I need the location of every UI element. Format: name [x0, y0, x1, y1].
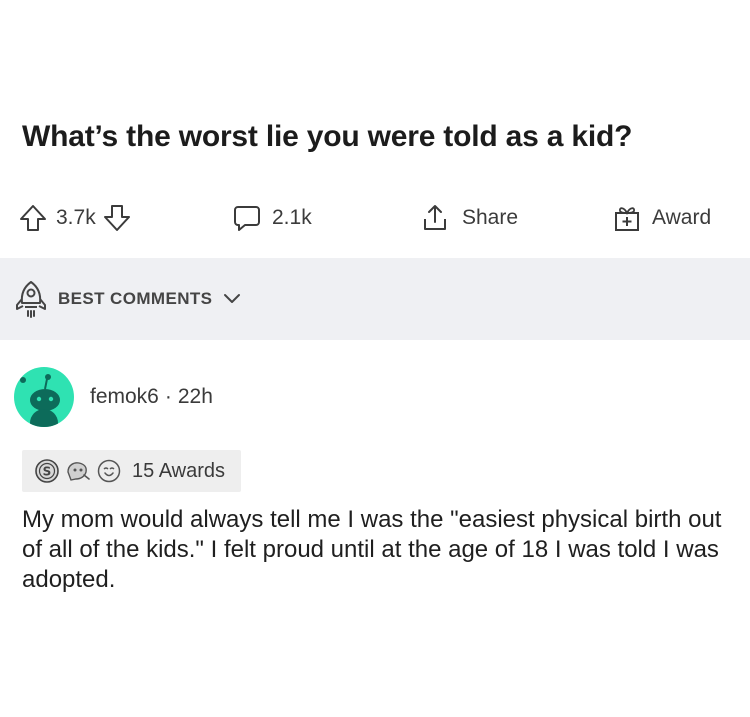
award-label: Award: [652, 206, 712, 229]
wholesome-award-icon: [96, 458, 122, 484]
post-action-bar: 3.7k 2.1k Share Award: [0, 196, 750, 240]
upvote-arrow-icon[interactable]: [18, 203, 48, 233]
share-label: Share: [462, 206, 519, 229]
silver-coin-icon: S: [34, 458, 60, 484]
username[interactable]: femok6: [90, 385, 159, 408]
comment-header: femok6 · 22h: [14, 364, 213, 430]
downvote-arrow-icon[interactable]: [102, 203, 132, 233]
awards-count-label: 15 Awards: [132, 459, 226, 482]
meta-separator: ·: [164, 385, 172, 408]
snoo-avatar-icon: [20, 374, 60, 427]
comment-body: My mom would always tell me I was the "e…: [22, 506, 722, 593]
gift-box-icon: [612, 203, 642, 233]
vote-group: 3.7k: [18, 196, 132, 240]
comment-sort-bar[interactable]: BEST COMMENTS: [0, 258, 750, 340]
chevron-down-icon: [222, 292, 242, 306]
svg-text:S: S: [43, 465, 52, 479]
post-title: What’s the worst lie you were told as a …: [22, 120, 633, 153]
comments-button[interactable]: 2.1k: [232, 196, 312, 240]
comment-age: 22h: [177, 385, 213, 408]
sort-label: BEST COMMENTS: [58, 289, 213, 308]
award-button[interactable]: Award: [612, 196, 711, 240]
share-button[interactable]: Share: [420, 196, 518, 240]
comment-meta: femok6 · 22h: [90, 385, 213, 409]
share-upload-icon: [420, 203, 450, 233]
comment-bubble-icon: [232, 203, 262, 233]
awards-pill[interactable]: S 15 Awards: [22, 450, 242, 492]
helpful-award-icon: [64, 458, 92, 484]
vote-count: 3.7k: [56, 206, 96, 229]
avatar[interactable]: [14, 367, 74, 427]
comment-count: 2.1k: [272, 206, 312, 229]
rocket-icon: [14, 279, 48, 319]
